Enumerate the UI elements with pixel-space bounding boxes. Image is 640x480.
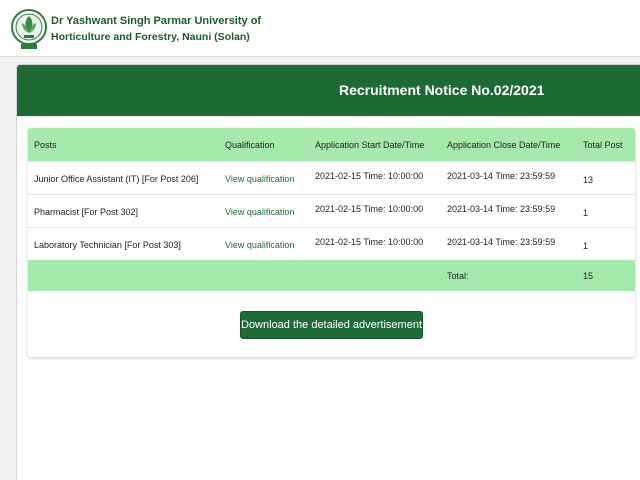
table-row: Laboratory Technician [For Post 303] Vie… [28,227,635,261]
column-header-start-date: Application Start Date/Time [315,140,425,150]
column-header-close-date: Application Close Date/Time [447,140,561,150]
table-total-row: Total: 15 [28,260,635,291]
site-header: Dr Yashwant Singh Parmar University of H… [0,0,640,57]
view-qualification-link[interactable]: View qualification [225,240,294,250]
recruitment-panel: Recruitment Notice No.02/2021 Posts Qual… [16,64,640,480]
view-qualification-link[interactable]: View qualification [225,207,294,217]
panel-divider [17,116,640,117]
total-post: 1 [583,208,589,218]
close-date: 2021-03-14 Time: 23:59:59 [447,171,556,181]
close-date: 2021-03-14 Time: 23:59:59 [447,237,556,247]
table-row: Junior Office Assistant (IT) [For Post 2… [28,161,635,195]
table-row: Pharmacist [For Post 302] View qualifica… [28,194,635,228]
table-header-row: Posts Qualification Application Start Da… [28,128,635,161]
university-logo-icon[interactable] [10,7,48,51]
total-value: 15 [583,271,594,281]
column-header-posts: Posts [34,140,57,150]
view-qualification-link[interactable]: View qualification [225,174,294,184]
post-name: Pharmacist [For Post 302] [34,207,139,217]
post-name: Junior Office Assistant (IT) [For Post 2… [34,174,199,184]
university-name-line1: Dr Yashwant Singh Parmar University of [51,15,262,27]
start-date: 2021-02-15 Time: 10:00:00 [315,171,424,181]
start-date: 2021-02-15 Time: 10:00:00 [315,204,424,214]
university-name-line2: Horticulture and Forestry, Nauni (Solan) [51,31,250,43]
university-name: Dr Yashwant Singh Parmar University of H… [51,13,261,45]
column-header-qualification: Qualification [225,140,275,150]
download-advertisement-button[interactable]: Download the detailed advertisement [240,311,423,339]
start-date: 2021-02-15 Time: 10:00:00 [315,237,424,247]
total-post: 13 [583,175,594,185]
total-label: Total: [447,271,469,281]
post-name: Laboratory Technician [For Post 303] [34,240,181,250]
close-date: 2021-03-14 Time: 23:59:59 [447,204,556,214]
total-post: 1 [583,241,589,251]
page-title: Recruitment Notice No.02/2021 [339,82,545,98]
column-header-total-post: Total Post [583,140,623,150]
panel-header: Recruitment Notice No.02/2021 [17,65,640,116]
